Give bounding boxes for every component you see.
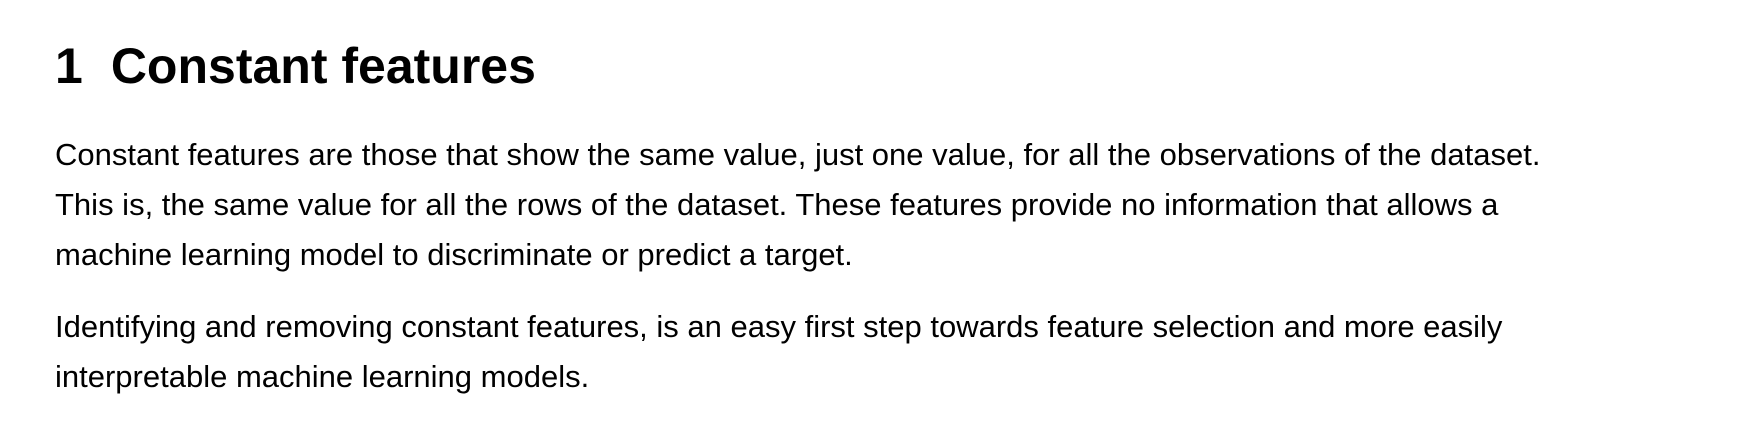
section-heading: 1 Constant features — [55, 30, 1755, 102]
paragraph-line: Identifying and removing constant featur… — [55, 309, 1503, 344]
paragraph-line: interpretable machine learning models. — [55, 359, 590, 394]
paragraph-constant-features-definition: Constant features are those that show th… — [55, 130, 1755, 280]
paragraph-line: Constant features are those that show th… — [55, 137, 1541, 172]
section-title: Constant features — [110, 38, 536, 94]
paragraph-line: This is, the same value for all the rows… — [55, 187, 1499, 222]
section-number: 1 — [55, 38, 83, 94]
paragraph-line: machine learning model to discriminate o… — [55, 237, 853, 272]
document-body: 1 Constant features Constant features are… — [55, 30, 1755, 402]
paragraph-removing-constant-features: Identifying and removing constant featur… — [55, 302, 1755, 402]
